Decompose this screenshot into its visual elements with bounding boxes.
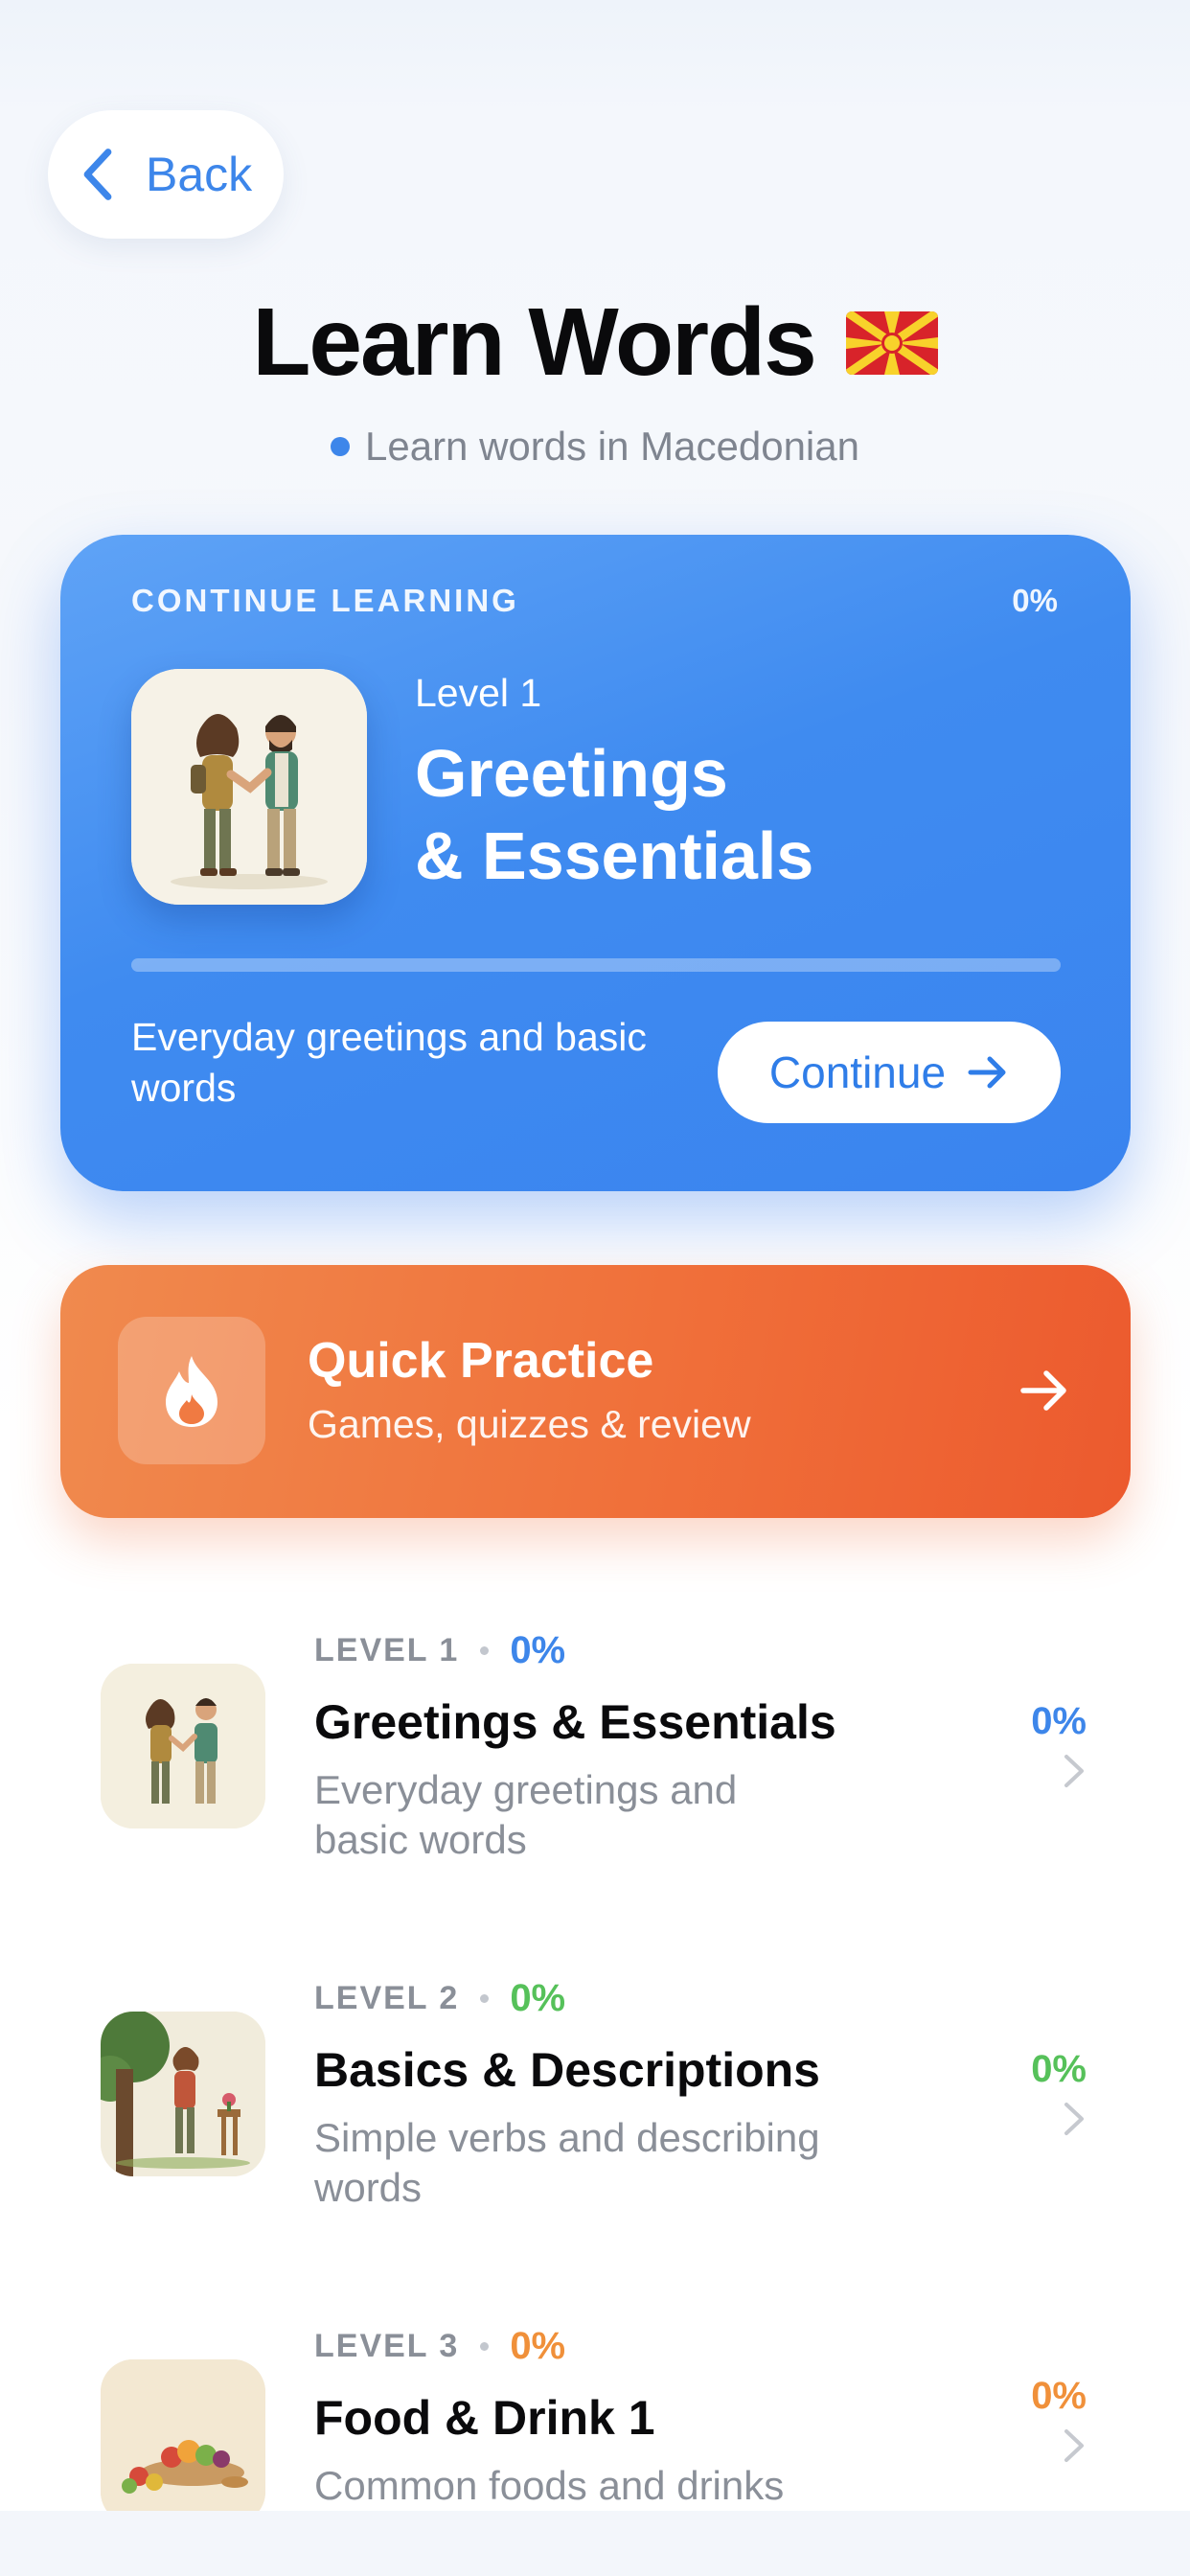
level-label: LEVEL 3 xyxy=(314,2328,460,2364)
level-percent: 0% xyxy=(510,1629,566,1671)
continue-level: Level 1 xyxy=(415,671,542,715)
continue-button-label: Continue xyxy=(768,1047,947,1097)
level-item-2[interactable]: LEVEL 2 0% Basics & Descriptions Simple … xyxy=(0,1967,1190,2255)
chevron-left-icon xyxy=(83,149,112,200)
continue-button[interactable]: Continue xyxy=(718,1022,1061,1123)
level-item-1[interactable]: LEVEL 1 0% Greetings & Essentials Everyd… xyxy=(0,1620,1190,1907)
meta-separator xyxy=(480,1646,490,1655)
level-percent: 0% xyxy=(510,1977,566,2019)
level-name: Greetings & Essentials xyxy=(314,1695,836,1749)
back-button[interactable]: Back xyxy=(48,110,284,239)
back-label: Back xyxy=(146,148,253,201)
continue-percent: 0% xyxy=(1012,583,1058,618)
food-thumbnail xyxy=(101,2359,265,2524)
continue-eyebrow: CONTINUE LEARNING xyxy=(131,583,519,618)
level-description: Simple verbs and describing words xyxy=(314,2115,820,2210)
greetings-illustration xyxy=(131,669,367,905)
arrow-right-icon xyxy=(1020,1370,1066,1411)
quick-practice-title: Quick Practice xyxy=(308,1333,654,1389)
level-right-percent: 0% xyxy=(1031,2048,1087,2090)
flame-icon xyxy=(118,1317,265,1464)
level-description: Common foods and drinks xyxy=(314,2463,785,2508)
level-meta: LEVEL 2 0% xyxy=(314,1977,565,2020)
arrow-right-icon xyxy=(968,1056,1006,1089)
title-row: Learn Words xyxy=(0,288,1190,398)
level-right-percent: 0% xyxy=(1031,1700,1087,1742)
learn-words-screen: Back Learn Words Learn words in Macedoni… xyxy=(0,0,1190,2576)
level-percent: 0% xyxy=(510,2325,566,2367)
meta-separator xyxy=(480,1994,490,2003)
chevron-right-icon xyxy=(1064,1755,1084,1787)
macedonia-flag-icon xyxy=(845,310,938,375)
status-dot xyxy=(331,437,350,456)
level-name: Food & Drink 1 xyxy=(314,2391,655,2445)
level-label: LEVEL 1 xyxy=(314,1632,460,1668)
level-name: Basics & Descriptions xyxy=(314,2043,820,2097)
meta-separator xyxy=(480,2342,490,2351)
continue-learning-card[interactable]: CONTINUE LEARNING 0% Level 1 Greetings &… xyxy=(60,535,1131,1191)
quick-practice-card[interactable]: Quick Practice Games, quizzes & review xyxy=(60,1265,1131,1518)
subtitle-row: Learn words in Macedonian xyxy=(0,424,1190,470)
chevron-right-icon xyxy=(1064,2429,1084,2462)
greetings-thumbnail xyxy=(101,1664,265,1828)
continue-description: Everyday greetings and basic words xyxy=(131,1015,647,1110)
continue-progress-bar xyxy=(131,958,1061,972)
bottom-bar xyxy=(0,2511,1190,2576)
quick-practice-subtitle: Games, quizzes & review xyxy=(308,1402,751,1446)
chevron-right-icon xyxy=(1064,2103,1084,2135)
level-description: Everyday greetings and basic words xyxy=(314,1767,738,1862)
basics-thumbnail xyxy=(101,2012,265,2176)
page-title: Learn Words xyxy=(252,288,816,396)
page-subtitle: Learn words in Macedonian xyxy=(365,424,859,469)
level-label: LEVEL 2 xyxy=(314,1980,460,2016)
level-right-percent: 0% xyxy=(1031,2375,1087,2417)
level-meta: LEVEL 3 0% xyxy=(314,2325,565,2368)
continue-level-name: Greetings & Essentials xyxy=(415,736,814,893)
level-meta: LEVEL 1 0% xyxy=(314,1629,565,1672)
